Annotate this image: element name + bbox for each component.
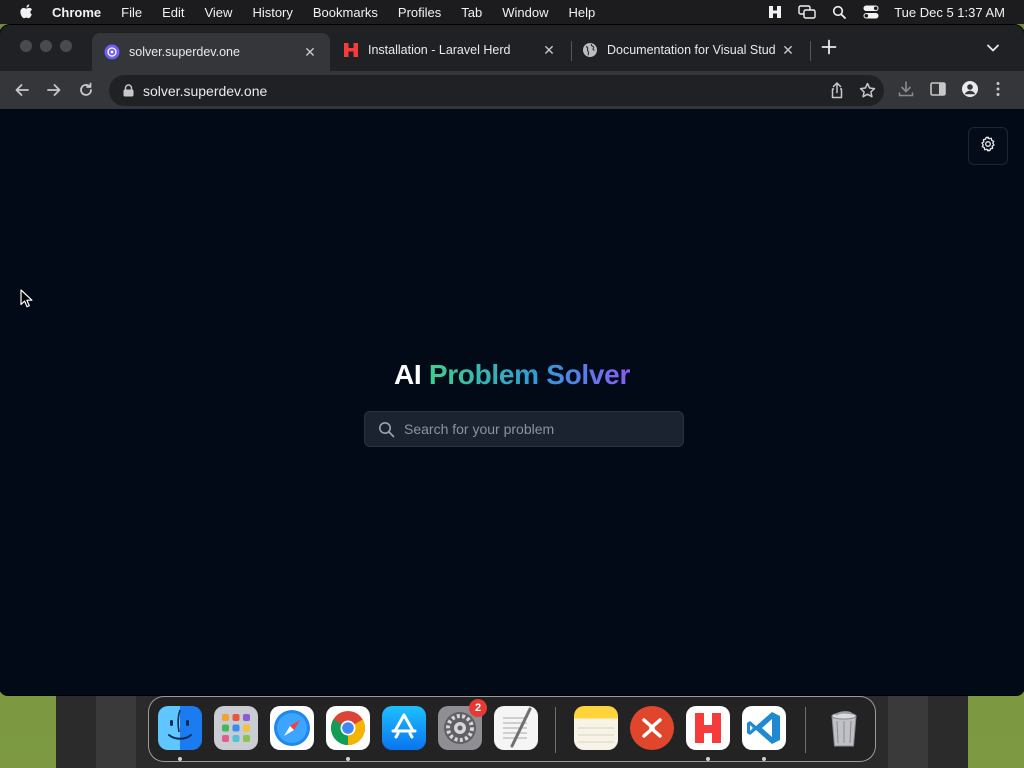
lock-icon[interactable] [121, 84, 135, 97]
mouse-cursor-icon [20, 289, 33, 313]
menu-file[interactable]: File [111, 5, 152, 20]
menu-help[interactable]: Help [559, 5, 606, 20]
app-store-icon[interactable] [382, 706, 426, 750]
trash-icon[interactable] [822, 706, 866, 750]
tab-title: solver.superdev.one [129, 45, 240, 59]
remote-desktop-icon[interactable] [630, 706, 674, 750]
menu-window[interactable]: Window [492, 5, 558, 20]
tab-title: Documentation for Visual Stud [607, 43, 776, 57]
tab-laravel-herd[interactable]: Installation - Laravel Herd ✕ [331, 33, 569, 67]
download-icon[interactable] [897, 80, 915, 103]
tab-vscode-docs[interactable]: Documentation for Visual Stud ✕ [570, 33, 808, 67]
notes-icon[interactable] [574, 706, 618, 750]
control-center-icon[interactable] [862, 4, 880, 20]
launchpad-icon[interactable] [214, 706, 258, 750]
more-options-icon[interactable] [993, 80, 1003, 103]
site-favicon [104, 44, 120, 60]
tab-strip: solver.superdev.one ✕ Installation - Lar… [0, 25, 1024, 71]
close-window-button[interactable] [20, 40, 32, 52]
menu-bar: Chrome File Edit View History Bookmarks … [0, 0, 1024, 24]
tab-title: Installation - Laravel Herd [368, 43, 511, 57]
gear-icon [980, 135, 996, 157]
menu-app-name[interactable]: Chrome [52, 5, 111, 20]
title-gradient-text: Problem Solver [428, 359, 631, 390]
side-panel-icon[interactable] [929, 80, 947, 103]
chrome-icon[interactable] [326, 706, 370, 750]
apple-menu-icon[interactable] [0, 4, 52, 20]
profile-avatar-icon[interactable] [961, 80, 979, 103]
reload-icon[interactable] [76, 80, 96, 100]
browser-window: solver.superdev.one ✕ Installation - Lar… [0, 25, 1024, 695]
title-plain-text: AI [393, 359, 422, 390]
window-controls [20, 40, 72, 52]
screen-mirroring-icon[interactable] [798, 4, 816, 20]
running-indicator [346, 757, 350, 761]
menu-bookmarks[interactable]: Bookmarks [303, 5, 388, 20]
laravel-herd-icon[interactable] [686, 706, 730, 750]
running-indicator [178, 757, 182, 761]
menu-profiles[interactable]: Profiles [388, 5, 451, 20]
tab-solver[interactable]: solver.superdev.one ✕ [92, 33, 330, 71]
close-tab-icon[interactable]: ✕ [541, 42, 557, 59]
browser-toolbar: solver.superdev.one [0, 71, 1024, 109]
menu-edit[interactable]: Edit [152, 5, 194, 20]
dock-separator [555, 707, 556, 753]
globe-icon [582, 42, 598, 58]
forward-arrow-icon[interactable] [44, 80, 64, 100]
zoom-window-button[interactable] [60, 40, 72, 52]
herd-favicon [343, 42, 359, 58]
search-input[interactable] [404, 421, 664, 437]
notification-badge: 2 [469, 699, 487, 717]
menu-history[interactable]: History [242, 5, 302, 20]
settings-button[interactable] [968, 127, 1008, 165]
tab-separator [810, 41, 811, 61]
safari-icon[interactable] [270, 706, 314, 750]
menu-bar-clock[interactable]: Tue Dec 5 1:37 AM [894, 5, 1005, 20]
menu-tab[interactable]: Tab [451, 5, 492, 20]
back-arrow-icon[interactable] [12, 80, 32, 100]
search-icon [377, 420, 395, 438]
minimize-window-button[interactable] [40, 40, 52, 52]
url-text[interactable]: solver.superdev.one [143, 83, 267, 99]
address-bar[interactable]: solver.superdev.one [109, 75, 884, 106]
page-title: AI Problem Solver [0, 359, 1024, 391]
dock-separator [805, 707, 806, 753]
new-tab-button[interactable] [821, 38, 837, 61]
herd-status-icon[interactable] [766, 4, 784, 20]
share-icon[interactable] [829, 82, 845, 104]
chevron-down-icon[interactable] [985, 40, 1001, 61]
running-indicator [762, 757, 766, 761]
menu-view[interactable]: View [194, 5, 242, 20]
close-tab-icon[interactable]: ✕ [302, 44, 318, 61]
running-indicator [706, 757, 710, 761]
textedit-icon[interactable] [494, 706, 538, 750]
search-box[interactable] [364, 411, 684, 447]
vscode-icon[interactable] [742, 706, 786, 750]
spotlight-search-icon[interactable] [830, 4, 848, 20]
page-content: AI Problem Solver [0, 109, 1024, 695]
finder-icon[interactable] [158, 706, 202, 750]
bookmark-star-icon[interactable] [859, 82, 876, 104]
dock: 2 [148, 696, 876, 762]
close-tab-icon[interactable]: ✕ [780, 42, 796, 59]
